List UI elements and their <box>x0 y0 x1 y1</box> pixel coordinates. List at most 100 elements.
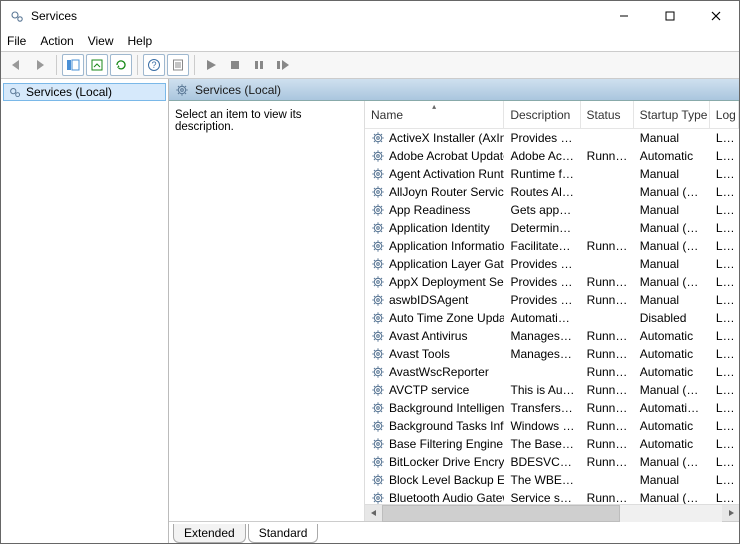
menu-action[interactable]: Action <box>40 34 73 48</box>
table-row[interactable]: BitLocker Drive Encryption ...BDESVC hos… <box>365 453 739 471</box>
service-status: Running <box>581 329 634 343</box>
description-pane: Select an item to view its description. <box>169 101 364 521</box>
table-row[interactable]: Auto Time Zone UpdaterAutomatica...Disab… <box>365 309 739 327</box>
refresh-button[interactable] <box>110 54 132 76</box>
forward-button[interactable] <box>29 54 51 76</box>
export-list-button[interactable] <box>86 54 108 76</box>
gear-icon <box>371 185 385 199</box>
maximize-button[interactable] <box>647 1 693 31</box>
table-row[interactable]: Adobe Acrobat Update Serv...Adobe Acro..… <box>365 147 739 165</box>
service-name: Background Tasks Infrastruc... <box>389 419 504 433</box>
service-name: AppX Deployment Service (... <box>389 275 504 289</box>
scroll-thumb[interactable] <box>382 505 620 522</box>
service-name: AvastWscReporter <box>389 365 489 379</box>
restart-service-button[interactable] <box>272 54 294 76</box>
column-headers: Name▴ Description Status Startup Type Lo… <box>365 101 739 129</box>
service-startup: Manual (Trig... <box>634 491 710 504</box>
menu-view[interactable]: View <box>88 34 114 48</box>
gear-icon <box>371 257 385 271</box>
service-name: AVCTP service <box>389 383 469 397</box>
service-description: Facilitates t... <box>504 239 580 253</box>
pause-service-button[interactable] <box>248 54 270 76</box>
table-row[interactable]: Base Filtering EngineThe Base Fil...Runn… <box>365 435 739 453</box>
table-row[interactable]: Application InformationFacilitates t...R… <box>365 237 739 255</box>
gear-icon <box>371 419 385 433</box>
table-row[interactable]: Agent Activation Runtime_...Runtime for.… <box>365 165 739 183</box>
services-window: Services File Action View Help ? <box>0 0 740 544</box>
table-row[interactable]: Background Tasks Infrastruc...Windows in… <box>365 417 739 435</box>
titlebar[interactable]: Services <box>1 1 739 31</box>
console-tree[interactable]: Services (Local) <box>1 79 169 543</box>
scroll-track[interactable] <box>382 505 722 522</box>
service-description: Transfers fil... <box>504 401 580 415</box>
service-name: Avast Tools <box>389 347 450 361</box>
table-row[interactable]: aswbIDSAgentProvides Ide...RunningManual… <box>365 291 739 309</box>
table-row[interactable]: Block Level Backup Engine ...The WBENG..… <box>365 471 739 489</box>
table-row[interactable]: Bluetooth Audio Gateway S...Service sup.… <box>365 489 739 504</box>
minimize-button[interactable] <box>601 1 647 31</box>
service-name: Application Identity <box>389 221 490 235</box>
scroll-right-button[interactable] <box>722 505 739 522</box>
service-description: Windows in... <box>504 419 580 433</box>
service-description: Provides su... <box>504 257 580 271</box>
table-row[interactable]: AppX Deployment Service (...Provides inf… <box>365 273 739 291</box>
service-description: Gets apps re... <box>504 203 580 217</box>
tab-standard[interactable]: Standard <box>248 524 319 543</box>
start-service-button[interactable] <box>200 54 222 76</box>
service-name: aswbIDSAgent <box>389 293 468 307</box>
tree-node-services-local[interactable]: Services (Local) <box>3 83 166 101</box>
service-status: Running <box>581 149 634 163</box>
service-status: Running <box>581 275 634 289</box>
service-logon: Loca <box>710 131 739 145</box>
stop-service-button[interactable] <box>224 54 246 76</box>
service-name: Adobe Acrobat Update Serv... <box>389 149 504 163</box>
menu-file[interactable]: File <box>7 34 26 48</box>
service-description: Manages an... <box>504 329 580 343</box>
table-row[interactable]: Avast Antivirus Manages an...RunningAutom… <box>365 327 739 345</box>
table-row[interactable]: AllJoyn Router ServiceRoutes AllJo...Man… <box>365 183 739 201</box>
scroll-left-button[interactable] <box>365 505 382 522</box>
service-startup: Manual <box>634 293 710 307</box>
service-name: Avast Antivirus <box>389 329 467 343</box>
horizontal-scrollbar[interactable] <box>365 504 739 521</box>
service-logon: Loca <box>710 275 739 289</box>
menu-help[interactable]: Help <box>128 34 153 48</box>
table-row[interactable]: App ReadinessGets apps re...ManualLoca <box>365 201 739 219</box>
gear-icon <box>371 455 385 469</box>
table-row[interactable]: AVCTP serviceThis is Audi...RunningManua… <box>365 381 739 399</box>
column-header-logon[interactable]: Log <box>710 101 739 128</box>
table-row[interactable]: Application Layer Gateway ...Provides su… <box>365 255 739 273</box>
services-list[interactable]: Name▴ Description Status Startup Type Lo… <box>364 101 739 521</box>
table-row[interactable]: AvastWscReporterRunningAutomaticLoca <box>365 363 739 381</box>
service-startup: Automatic <box>634 365 710 379</box>
service-name: Base Filtering Engine <box>389 437 503 451</box>
service-logon: Loca <box>710 329 739 343</box>
column-header-description[interactable]: Description <box>504 101 580 128</box>
table-row[interactable]: Avast ToolsManages an...RunningAutomatic… <box>365 345 739 363</box>
service-status: Running <box>581 437 634 451</box>
show-hide-tree-button[interactable] <box>62 54 84 76</box>
gear-icon <box>371 491 385 504</box>
service-logon: Loca <box>710 257 739 271</box>
service-description: BDESVC hos... <box>504 455 580 469</box>
service-startup: Automatic <box>634 329 710 343</box>
back-button[interactable] <box>5 54 27 76</box>
service-startup: Disabled <box>634 311 710 325</box>
service-name: Application Information <box>389 239 504 253</box>
menubar: File Action View Help <box>1 31 739 51</box>
service-startup: Automatic <box>634 437 710 451</box>
service-description: The WBENG... <box>504 473 580 487</box>
table-row[interactable]: ActiveX Installer (AxInstSV)Provides Us.… <box>365 129 739 147</box>
close-button[interactable] <box>693 1 739 31</box>
gears-icon <box>8 85 22 99</box>
help-button[interactable]: ? <box>143 54 165 76</box>
table-row[interactable]: Background Intelligent Tran...Transfers … <box>365 399 739 417</box>
tab-extended[interactable]: Extended <box>173 524 246 543</box>
column-header-startup[interactable]: Startup Type <box>634 101 710 128</box>
service-logon: Loca <box>710 437 739 451</box>
service-name: App Readiness <box>389 203 470 217</box>
table-row[interactable]: Application IdentityDetermines ...Manual… <box>365 219 739 237</box>
properties-button[interactable] <box>167 54 189 76</box>
column-header-status[interactable]: Status <box>581 101 634 128</box>
column-header-name[interactable]: Name▴ <box>365 101 504 128</box>
